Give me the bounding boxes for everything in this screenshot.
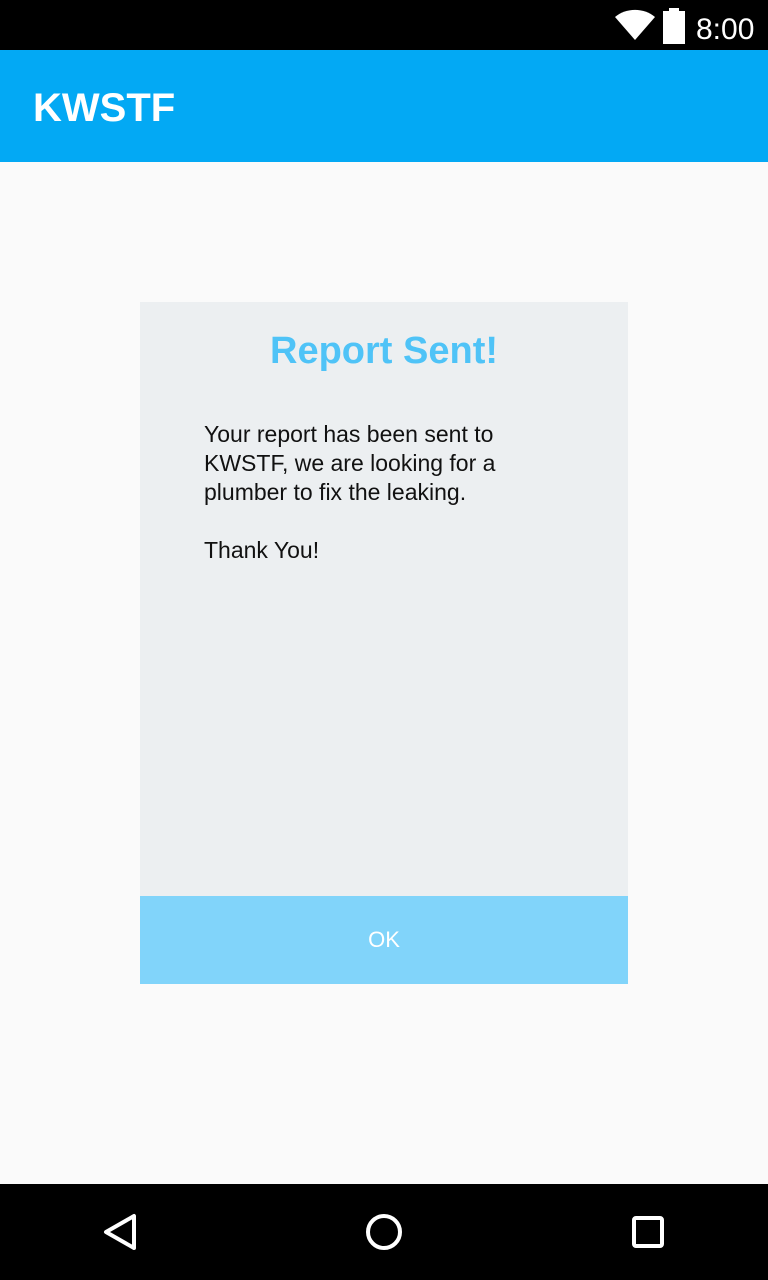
app-bar: KWSTF bbox=[0, 50, 768, 162]
thanks-text: Thank You! bbox=[204, 537, 320, 563]
recents-icon[interactable] bbox=[624, 1208, 672, 1256]
dialog-title: Report Sent! bbox=[270, 330, 498, 372]
ok-button[interactable]: OK bbox=[140, 896, 628, 984]
navigation-bar bbox=[0, 1184, 768, 1280]
message-line: plumber to fix the leaking. bbox=[204, 479, 467, 505]
message-line: KWSTF, we are looking for a bbox=[204, 450, 496, 476]
dialog-message: Your report has been sent to KWSTF, we a… bbox=[204, 420, 584, 565]
report-sent-dialog: Report Sent! Your report has been sent t… bbox=[140, 302, 628, 984]
app-title: KWSTF bbox=[33, 86, 176, 130]
status-bar: 8:00 bbox=[0, 0, 768, 50]
battery-icon bbox=[662, 8, 686, 44]
back-icon[interactable] bbox=[96, 1208, 144, 1256]
status-time: 8:00 bbox=[696, 13, 755, 46]
wifi-icon bbox=[614, 9, 656, 41]
message-line: Your report has been sent to bbox=[204, 421, 494, 447]
home-icon[interactable] bbox=[360, 1208, 408, 1256]
